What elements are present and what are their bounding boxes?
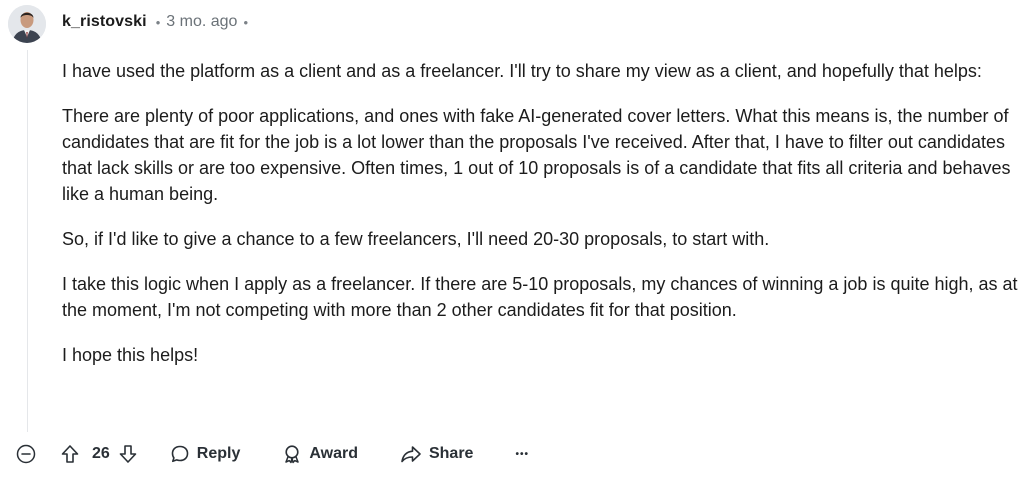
separator-dot: •	[243, 14, 248, 30]
avatar[interactable]	[8, 5, 46, 43]
comment-age[interactable]: 3 mo. ago	[166, 13, 237, 31]
arrow-down-icon	[118, 444, 138, 464]
comment-body: I have used the platform as a client and…	[62, 58, 1018, 387]
comment: k_ristovski • 3 mo. ago • I have used th…	[0, 0, 1024, 479]
reply-label: Reply	[196, 445, 241, 462]
vote-count: 26	[92, 445, 110, 462]
downvote-button[interactable]	[118, 444, 138, 464]
award-button[interactable]: Award	[282, 444, 358, 464]
comment-paragraph: I take this logic when I apply as a free…	[62, 274, 1018, 320]
award-label: Award	[309, 445, 358, 462]
minus-circle-icon	[16, 444, 36, 464]
upvote-button[interactable]	[60, 444, 80, 464]
arrow-up-icon	[60, 444, 80, 464]
share-arrow-icon	[400, 444, 422, 464]
award-icon	[282, 444, 302, 464]
comment-paragraph: There are plenty of poor applications, a…	[62, 106, 1011, 204]
comment-paragraph: I hope this helps!	[62, 345, 199, 365]
thread-line[interactable]	[27, 50, 28, 432]
author-username[interactable]: k_ristovski	[62, 13, 147, 31]
share-label: Share	[428, 445, 474, 462]
share-button[interactable]: Share	[400, 444, 473, 464]
action-bar: 26 Reply Award Share •••	[14, 440, 529, 468]
more-options-button[interactable]: •••	[515, 449, 529, 460]
comment-header: k_ristovski • 3 mo. ago •	[62, 11, 248, 33]
collapse-button[interactable]	[14, 442, 38, 466]
comment-paragraph: So, if I'd like to give a chance to a fe…	[62, 229, 770, 249]
reply-button[interactable]: Reply	[170, 444, 241, 464]
comment-paragraph: I have used the platform as a client and…	[62, 61, 982, 81]
vote-group: 26	[60, 444, 138, 464]
ellipsis-icon: •••	[515, 448, 529, 460]
speech-bubble-icon	[170, 444, 190, 464]
separator-dot: •	[155, 14, 161, 30]
